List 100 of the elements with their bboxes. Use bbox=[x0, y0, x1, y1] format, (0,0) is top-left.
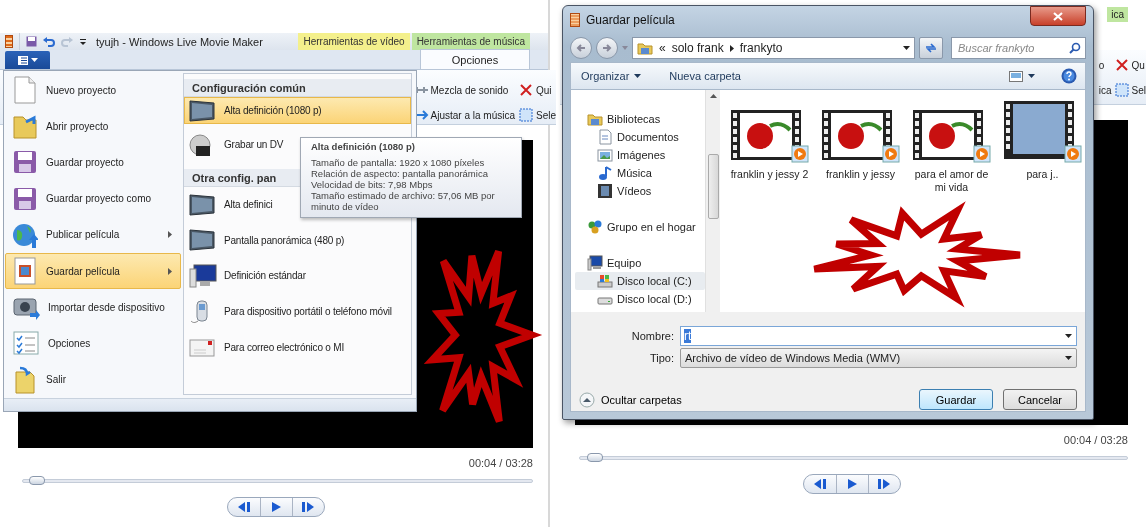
submenu-item[interactable]: Para correo electrónico o MI bbox=[184, 329, 411, 365]
film-document-icon bbox=[12, 257, 38, 286]
close-icon bbox=[518, 82, 534, 98]
breadcrumb-overflow[interactable]: « bbox=[659, 41, 666, 55]
seek-slider[interactable] bbox=[579, 456, 1128, 460]
file-item[interactable]: franklin y jessy bbox=[819, 100, 902, 181]
film-strip-icon bbox=[597, 183, 613, 199]
search-field[interactable]: Buscar frankyto bbox=[951, 37, 1086, 59]
context-tab-group: ica bbox=[1107, 7, 1128, 22]
file-menu-button[interactable] bbox=[5, 51, 50, 69]
ribbon-command[interactable]: Mezcla de sonido bbox=[412, 82, 515, 98]
monitor-icon bbox=[188, 97, 218, 124]
monitor-icon bbox=[188, 191, 218, 218]
nav-item[interactable]: Música bbox=[575, 164, 705, 182]
field-label: Nombre: bbox=[630, 330, 674, 342]
ribbon-command[interactable]: o bbox=[1098, 57, 1112, 73]
scroll-up-icon bbox=[709, 94, 717, 98]
address-bar[interactable]: « solo frank frankyto bbox=[632, 37, 915, 59]
submenu-arrow-icon bbox=[168, 267, 172, 275]
back-arrow-icon bbox=[576, 43, 586, 53]
ribbon-tab[interactable]: Opciones bbox=[420, 49, 530, 69]
seek-slider-thumb[interactable] bbox=[29, 476, 46, 485]
file-name: para j.. bbox=[1026, 168, 1059, 181]
dropdown-arrow-icon bbox=[903, 46, 910, 50]
menu-item[interactable]: Guardar proyecto como bbox=[5, 180, 181, 217]
view-icon bbox=[1009, 70, 1023, 82]
nav-item[interactable]: Equipo bbox=[575, 254, 705, 272]
menu-item[interactable]: Publicar película bbox=[5, 216, 181, 253]
refresh-button[interactable] bbox=[919, 37, 943, 59]
ribbon-command[interactable]: Qu bbox=[1113, 57, 1146, 73]
file-name: para el amor de mi vida bbox=[913, 168, 990, 194]
menu-item[interactable]: Guardar proyecto bbox=[5, 144, 181, 181]
submenu-item[interactable]: Definición estándar bbox=[184, 258, 411, 294]
play-icon bbox=[846, 478, 858, 490]
back-button[interactable] bbox=[570, 37, 592, 59]
homegroup-icon bbox=[587, 219, 603, 235]
select-all-icon bbox=[1113, 82, 1130, 98]
ribbon-command[interactable]: Qui bbox=[518, 82, 556, 98]
computer-icon bbox=[188, 263, 218, 289]
nav-item[interactable]: Disco local (D:) bbox=[575, 290, 705, 308]
new-folder-button[interactable]: Nueva carpeta bbox=[667, 68, 743, 84]
menu-item[interactable]: Abrir proyecto bbox=[5, 108, 181, 145]
section-header: Configuración común bbox=[184, 79, 411, 97]
file-item[interactable]: franklin y jessy 2 bbox=[728, 100, 811, 181]
scrollbar[interactable] bbox=[705, 90, 720, 312]
dialog-title: Guardar película bbox=[586, 13, 676, 27]
caret-icon bbox=[634, 74, 642, 78]
menu-item[interactable]: Importar desde dispositivo bbox=[5, 289, 181, 326]
file-item[interactable]: para j.. bbox=[1001, 100, 1084, 181]
seek-slider[interactable] bbox=[22, 479, 533, 483]
menu-item[interactable]: Nuevo proyecto bbox=[5, 72, 181, 109]
submenu-item[interactable]: Pantalla panorámica (480 p) bbox=[184, 222, 411, 259]
hide-folders-button[interactable]: Ocultar carpetas bbox=[579, 391, 682, 408]
monitor-icon bbox=[188, 227, 218, 254]
nav-item[interactable]: Disco local (C:) bbox=[575, 272, 705, 290]
organize-button[interactable]: Organizar bbox=[579, 68, 644, 84]
breadcrumb-item[interactable]: solo frank bbox=[671, 41, 724, 55]
file-type-select[interactable]: Archivo de vídeo de Windows Media (WMV) bbox=[680, 348, 1077, 368]
ribbon-command[interactable]: Sel bbox=[1113, 82, 1146, 98]
field-label: Tipo: bbox=[648, 352, 674, 364]
help-icon bbox=[1061, 68, 1077, 84]
view-options-button[interactable] bbox=[1007, 68, 1037, 84]
film-app-icon bbox=[570, 13, 580, 27]
computer-icon bbox=[587, 255, 603, 271]
scrollbar-thumb[interactable] bbox=[707, 154, 719, 219]
nav-item[interactable]: Imágenes bbox=[575, 146, 705, 164]
ribbon-command[interactable]: ica bbox=[1098, 82, 1112, 98]
menu-item[interactable]: Salir bbox=[5, 361, 181, 398]
undo-icon bbox=[43, 36, 55, 47]
dropdown-icon bbox=[79, 37, 87, 46]
tooltip-text: Tamaño de pantalla: 1920 x 1080 píxeles bbox=[311, 157, 486, 168]
nav-item[interactable]: Grupo en el hogar bbox=[575, 218, 705, 236]
redo-icon bbox=[61, 36, 73, 47]
time-display: 00:04 / 03:28 bbox=[468, 457, 533, 469]
nav-item[interactable]: Documentos bbox=[575, 128, 705, 146]
submenu-item[interactable]: Alta definición (1080 p) bbox=[184, 97, 411, 124]
nav-item[interactable]: Vídeos bbox=[575, 182, 705, 200]
dialog-button[interactable]: Guardar bbox=[919, 389, 993, 410]
dropdown-arrow-icon bbox=[1065, 334, 1072, 338]
video-thumbnail-icon bbox=[1002, 100, 1083, 164]
menu-item[interactable]: Opciones bbox=[5, 325, 181, 362]
ribbon-command[interactable]: Sele bbox=[518, 107, 556, 123]
previous-frame-icon bbox=[236, 501, 251, 513]
seek-slider-thumb[interactable] bbox=[586, 453, 603, 462]
film-app-icon bbox=[5, 35, 13, 48]
submenu-item[interactable]: Para dispositivo portátil o teléfono móvil bbox=[184, 293, 411, 330]
menu-item[interactable]: Guardar película bbox=[5, 252, 181, 290]
chevron-right-icon bbox=[729, 44, 734, 52]
ribbon-command[interactable]: Ajustar a la música bbox=[412, 107, 515, 123]
tooltip-text: Tamaño estimado de archivo: 57,06 MB por minuto de vídeo bbox=[311, 190, 496, 212]
forward-button[interactable] bbox=[596, 37, 618, 59]
hard-drive-icon bbox=[597, 273, 613, 289]
checklist-icon bbox=[12, 329, 40, 358]
file-item[interactable]: para el amor de mi vida bbox=[910, 100, 993, 194]
file-name-field[interactable]: rt bbox=[680, 326, 1077, 346]
breadcrumb-item[interactable]: frankyto bbox=[739, 41, 783, 55]
close-button[interactable] bbox=[1030, 6, 1086, 26]
nav-item[interactable]: Bibliotecas bbox=[575, 110, 705, 128]
forward-arrow-icon bbox=[602, 43, 612, 53]
dialog-button[interactable]: Cancelar bbox=[1003, 389, 1077, 410]
